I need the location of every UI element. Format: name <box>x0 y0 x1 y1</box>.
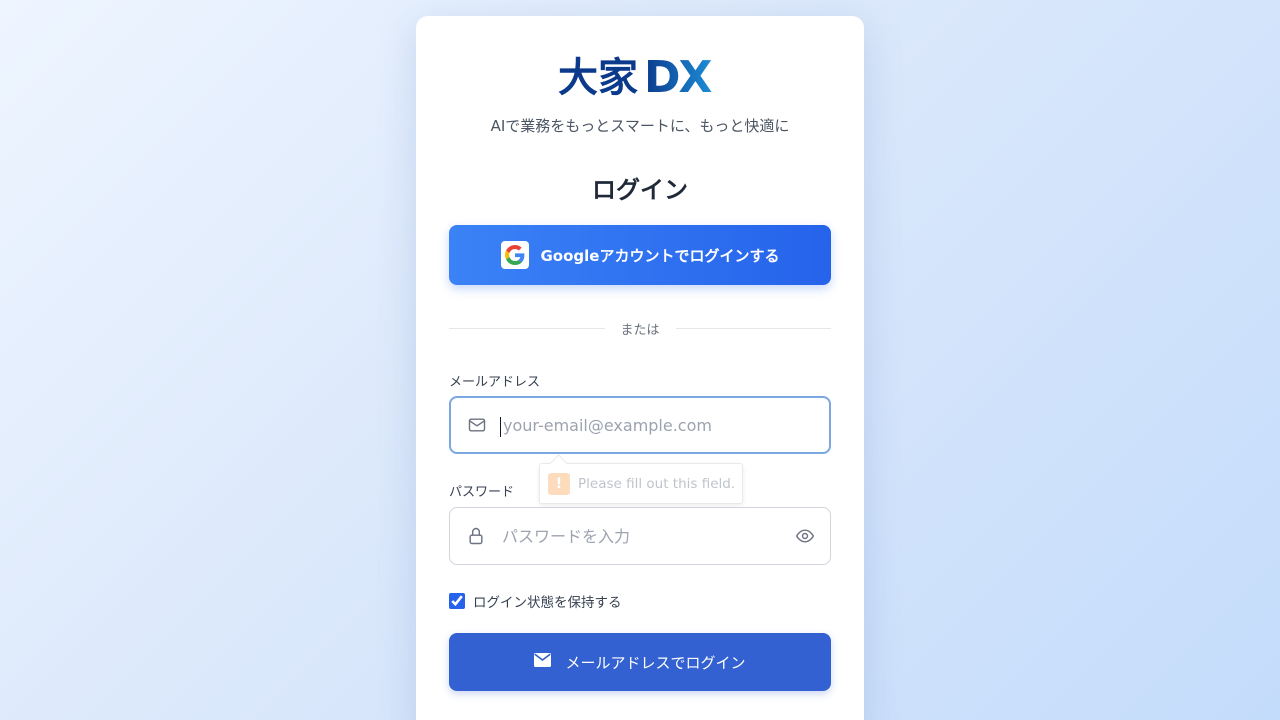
remember-me-label: ログイン状態を保持する <box>473 595 622 611</box>
divider-line-left <box>449 327 605 329</box>
lock-icon <box>450 526 502 546</box>
remember-me-checkbox[interactable] <box>449 593 465 609</box>
email-label: メールアドレス <box>449 375 541 390</box>
remember-me[interactable]: ログイン状態を保持する <box>449 591 622 611</box>
google-icon <box>500 241 529 269</box>
page-title: ログイン <box>592 176 688 204</box>
google-login-button[interactable]: Googleアカウントでログインする <box>449 225 831 285</box>
brand-logo-en: DX <box>644 52 713 98</box>
warning-icon: ! <box>548 472 570 495</box>
email-login-button[interactable]: メールアドレスでログイン <box>449 633 831 691</box>
divider-text: または <box>620 322 660 338</box>
password-field-wrapper <box>449 507 831 565</box>
email-field-wrapper <box>449 396 831 454</box>
text-caret <box>500 417 501 437</box>
email-login-label: メールアドレスでログイン <box>565 653 746 672</box>
envelope-icon <box>534 653 552 671</box>
google-login-label: Googleアカウントでログインする <box>540 246 780 265</box>
password-label: パスワード <box>449 485 515 500</box>
password-input[interactable] <box>502 508 780 564</box>
brand-logo: 大家 DX <box>416 52 864 98</box>
brand-logo-jp: 大家 <box>558 55 638 98</box>
login-card: 大家 DX AIで業務をもっとスマートに、もっと快適に ログイン Googleア… <box>416 16 864 720</box>
or-divider: または <box>449 318 832 338</box>
mail-icon <box>451 415 503 435</box>
brand-logo-mark: 大家 DX <box>558 52 715 98</box>
validation-message: Please fill out this field. <box>578 475 736 492</box>
eye-icon[interactable] <box>780 526 830 546</box>
brand-tagline: AIで業務をもっとスマートに、もっと快適に <box>490 117 790 135</box>
divider-line-right <box>675 327 832 329</box>
email-input[interactable] <box>503 398 829 452</box>
validation-tooltip: ! Please fill out this field. <box>539 463 743 504</box>
